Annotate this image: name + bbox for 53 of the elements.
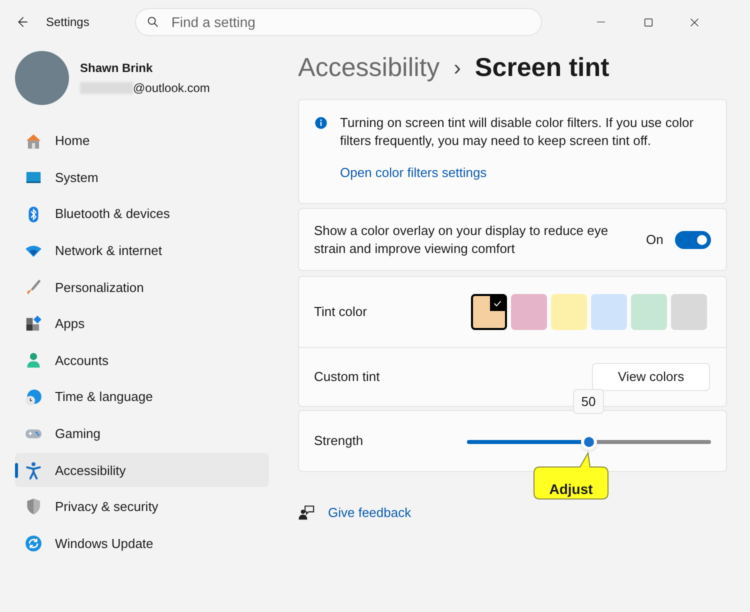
color-filters-link[interactable]: Open color filters settings bbox=[340, 163, 487, 182]
value-tooltip: 50 bbox=[573, 389, 604, 414]
avatar bbox=[15, 51, 69, 105]
nav-item[interactable]: Accessibility bbox=[15, 453, 269, 488]
toggle-switch[interactable] bbox=[675, 230, 712, 248]
nav-item[interactable]: Home bbox=[15, 124, 269, 158]
close-icon[interactable] bbox=[689, 16, 700, 28]
breadcrumb-link[interactable]: Accessibility bbox=[298, 48, 440, 86]
info-text: Turning on screen tint will disable color filters. If you use color filters frequently, you may need to keep screen tint off. bbox=[340, 114, 695, 150]
info-icon bbox=[314, 116, 328, 130]
nav-item[interactable]: Bluetooth & devices bbox=[15, 197, 269, 232]
color-swatch[interactable] bbox=[671, 294, 707, 330]
strength-label: Strength bbox=[314, 432, 364, 450]
nav-item[interactable]: Privacy & security bbox=[15, 490, 269, 524]
page-title: Screen tint bbox=[474, 50, 610, 84]
apps-icon bbox=[24, 314, 43, 334]
color-swatch[interactable] bbox=[551, 294, 587, 330]
account-name: Shawn Brink bbox=[80, 60, 154, 77]
nav-item[interactable]: Accounts bbox=[15, 344, 269, 378]
feedback-icon bbox=[298, 504, 315, 522]
nav-item[interactable]: Gaming bbox=[15, 416, 269, 451]
overlay-label: Show a color overlay on your display to reduce eye strain and improve viewing comfort bbox=[314, 222, 610, 258]
callout-text: Adjust bbox=[548, 480, 594, 499]
brush-icon bbox=[24, 278, 43, 297]
search-icon bbox=[146, 15, 160, 29]
color-swatch[interactable] bbox=[511, 294, 547, 330]
color-swatch[interactable] bbox=[591, 294, 627, 330]
breadcrumb-separator: › bbox=[454, 54, 461, 82]
slider-thumb[interactable] bbox=[581, 434, 597, 450]
nav-item[interactable]: Windows Update bbox=[15, 526, 269, 561]
shield-icon bbox=[24, 497, 43, 516]
nav-item[interactable]: System bbox=[15, 160, 269, 195]
maximize-icon[interactable] bbox=[643, 16, 654, 28]
home-icon bbox=[24, 132, 43, 150]
toggle-state: On bbox=[646, 230, 664, 249]
tint-color-label: Tint color bbox=[314, 303, 368, 322]
accounts-icon bbox=[24, 351, 43, 370]
color-swatch[interactable] bbox=[471, 294, 507, 330]
view-colors-button[interactable]: View colors bbox=[592, 363, 710, 391]
time-icon bbox=[24, 388, 43, 407]
nav-item[interactable]: Apps bbox=[15, 306, 269, 341]
custom-tint-label: Custom tint bbox=[314, 368, 380, 386]
give-feedback-link[interactable]: Give feedback bbox=[328, 503, 412, 522]
nav-item[interactable]: Personalization bbox=[15, 270, 269, 304]
update-icon bbox=[24, 534, 43, 554]
accessibility-icon bbox=[24, 460, 43, 480]
nav-item[interactable]: Network & internet bbox=[15, 234, 269, 268]
search-field[interactable]: Find a setting bbox=[135, 8, 542, 36]
nav-item[interactable]: Time & language bbox=[15, 380, 269, 414]
check-icon bbox=[492, 298, 503, 309]
window-title: Settings bbox=[46, 14, 90, 31]
account-email: @outlook.com bbox=[133, 80, 210, 97]
color-swatch[interactable] bbox=[631, 294, 667, 330]
